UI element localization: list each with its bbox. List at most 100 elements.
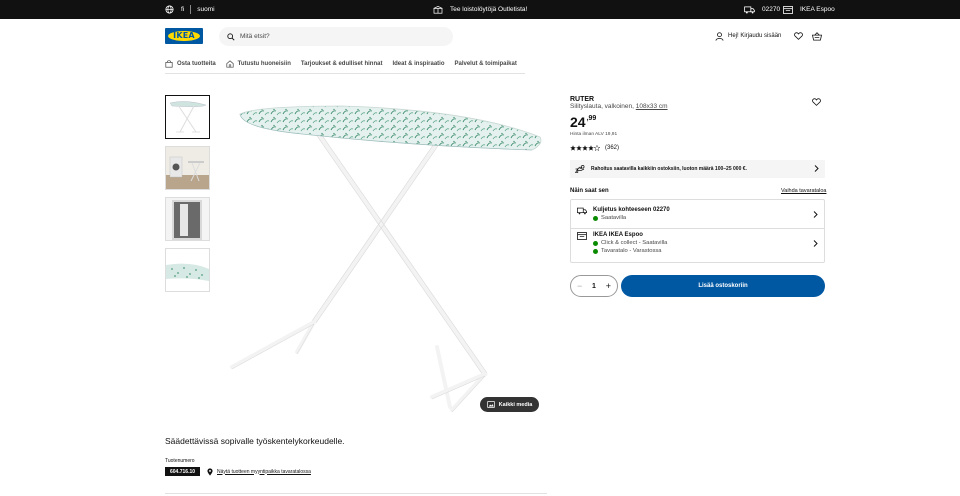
shopping-basket-icon bbox=[812, 31, 822, 41]
product-size-link[interactable]: 108x33 cm bbox=[636, 103, 668, 110]
article-number-value: 604.716.10 bbox=[170, 468, 196, 475]
language-selector[interactable]: fi suomi bbox=[165, 0, 215, 19]
product-price: 24,99 bbox=[570, 115, 596, 129]
quantity-stepper[interactable]: − 1 + bbox=[570, 275, 618, 297]
status-dot bbox=[593, 215, 598, 221]
thumbnail-2[interactable] bbox=[165, 146, 210, 190]
main-nav: Osta tuotteita Tutustu huoneisiin Tarjou… bbox=[165, 56, 527, 72]
promo-link[interactable]: Tee loistolöytöjä Outletista! bbox=[433, 0, 527, 19]
product-name: RUTER bbox=[570, 96, 595, 103]
store-icon bbox=[783, 5, 793, 14]
status-dot bbox=[593, 240, 598, 246]
add-to-cart-label: Lisää ostoskoriin bbox=[698, 283, 748, 289]
product-main-image[interactable] bbox=[222, 92, 552, 417]
click-collect-status: Click & collect - Saatavilla bbox=[593, 240, 667, 246]
section-divider bbox=[165, 493, 547, 494]
shopping-bag-icon bbox=[165, 60, 173, 68]
status-dot bbox=[593, 248, 598, 254]
home-delivery-option[interactable]: Kuljetus kohteeseen 02270 Saatavilla bbox=[577, 207, 820, 227]
all-media-label: Kaikki media bbox=[498, 401, 533, 408]
login-text: Hej! Kirjaudu sisään bbox=[728, 33, 782, 39]
logo-text: IKEA bbox=[173, 31, 195, 40]
language-divider bbox=[190, 5, 192, 14]
product-type: Silityslauta, valkoinen, bbox=[570, 103, 636, 110]
heart-icon bbox=[812, 98, 821, 106]
nav-shop-products[interactable]: Osta tuotteita bbox=[165, 60, 216, 68]
review-count: (362) bbox=[605, 145, 620, 151]
article-number-label: Tuotenumero bbox=[165, 458, 195, 464]
postcode-selector[interactable]: 02270 bbox=[744, 0, 780, 19]
nav-offers[interactable]: Tarjoukset & edulliset hinnat bbox=[301, 61, 383, 67]
chevron-right-icon bbox=[814, 165, 819, 172]
financing-icon bbox=[575, 165, 585, 173]
thumbnail-4[interactable] bbox=[165, 248, 210, 292]
gallery-icon bbox=[486, 401, 495, 408]
promo-text: Tee loistolöytöjä Outletista! bbox=[450, 6, 528, 13]
house-icon bbox=[226, 60, 234, 68]
favourites-button[interactable] bbox=[794, 28, 803, 44]
in-store-stock-text: Tavaratalo - Varastossa bbox=[601, 248, 662, 254]
truck-icon bbox=[577, 207, 587, 215]
change-store-link[interactable]: Vaihda tavarataloa bbox=[781, 188, 826, 194]
nav-services[interactable]: Palvelut & toimipaikat bbox=[454, 61, 516, 67]
user-icon bbox=[715, 31, 724, 41]
product-summary: Säädettävissä sopivalle työskentelykorke… bbox=[165, 436, 345, 446]
postcode-value: 02270 bbox=[762, 6, 781, 13]
nav-label: Osta tuotteita bbox=[177, 61, 216, 67]
search-icon bbox=[227, 32, 235, 41]
all-media-button[interactable]: Kaikki media bbox=[480, 397, 539, 412]
heart-icon bbox=[794, 32, 803, 40]
nav-label: Tarjoukset & edulliset hinnat bbox=[300, 61, 383, 67]
article-number: 604.716.10 bbox=[165, 467, 201, 476]
truck-icon bbox=[744, 5, 755, 14]
chevron-right-icon bbox=[813, 240, 818, 247]
store-icon bbox=[577, 232, 587, 240]
globe-icon bbox=[165, 5, 174, 14]
login-link[interactable]: Hej! Kirjaudu sisään bbox=[715, 28, 781, 44]
rating-stars-icon bbox=[570, 145, 600, 151]
store-pickup-title: IKEA IKEA Espoo bbox=[593, 232, 643, 238]
store-selector[interactable]: IKEA Espoo bbox=[783, 0, 835, 19]
decrease-quantity-button[interactable]: − bbox=[577, 281, 582, 291]
nav-label: Tutustu huoneisiin bbox=[237, 61, 291, 67]
delivery-divider bbox=[571, 228, 824, 229]
product-description: Silityslauta, valkoinen, 108x33 cm bbox=[570, 103, 668, 110]
add-to-cart-button[interactable]: Lisää ostoskoriin bbox=[621, 275, 825, 297]
increase-quantity-button[interactable]: + bbox=[606, 281, 611, 291]
delivery-options: Kuljetus kohteeseen 02270 Saatavilla IKE… bbox=[570, 199, 825, 263]
price-excl-vat: Hinta ilman ALV 19,91 bbox=[570, 132, 618, 137]
financing-banner[interactable]: Rahoitus saatavilla kaikkiin ostoksiin, … bbox=[570, 160, 825, 178]
nav-ideas[interactable]: Ideat & inspiraatio bbox=[392, 61, 444, 67]
click-collect-text: Click & collect - Saatavilla bbox=[601, 240, 668, 246]
search-input[interactable] bbox=[240, 33, 440, 40]
language-code: fi bbox=[181, 6, 185, 13]
nav-label: Ideat & inspiraatio bbox=[392, 61, 445, 67]
search-bar[interactable] bbox=[219, 27, 453, 46]
product-rating[interactable]: (362) bbox=[570, 145, 619, 151]
store-name: IKEA Espoo bbox=[800, 6, 835, 13]
nav-divider bbox=[165, 73, 525, 74]
in-store-stock-status: Tavaratalo - Varastossa bbox=[593, 248, 661, 254]
chevron-right-icon bbox=[813, 211, 818, 218]
quantity-value: 1 bbox=[592, 282, 596, 290]
nav-label: Palvelut & toimipaikat bbox=[454, 61, 517, 67]
thumbnail-3[interactable] bbox=[165, 197, 210, 241]
store-location-text: Näytä tuotteen myyntipaikka tavarataloss… bbox=[217, 468, 311, 475]
gift-icon bbox=[433, 5, 443, 14]
top-bar: fi suomi Tee loistolöytöjä Outletista! 0… bbox=[0, 0, 960, 19]
cart-button[interactable] bbox=[812, 28, 822, 44]
store-location-link[interactable]: Näytä tuotteen myyntipaikka tavarataloss… bbox=[207, 467, 311, 476]
price-decimal: ,99 bbox=[586, 115, 597, 122]
add-to-favourites-button[interactable] bbox=[812, 98, 821, 108]
nav-rooms[interactable]: Tutustu huoneisiin bbox=[226, 60, 291, 68]
location-pin-icon bbox=[207, 467, 213, 476]
home-delivery-status-text: Saatavilla bbox=[601, 215, 627, 221]
price-main: 24 bbox=[570, 114, 586, 130]
language-name: suomi bbox=[197, 6, 215, 13]
ikea-logo[interactable]: IKEA bbox=[165, 28, 203, 44]
delivery-heading: Näin saat sen bbox=[570, 188, 609, 194]
store-pickup-option[interactable]: IKEA IKEA Espoo Click & collect - Saatav… bbox=[577, 232, 820, 260]
home-delivery-status: Saatavilla bbox=[593, 215, 626, 221]
thumbnail-1[interactable] bbox=[165, 95, 210, 139]
home-delivery-title: Kuljetus kohteeseen 02270 bbox=[593, 207, 670, 213]
